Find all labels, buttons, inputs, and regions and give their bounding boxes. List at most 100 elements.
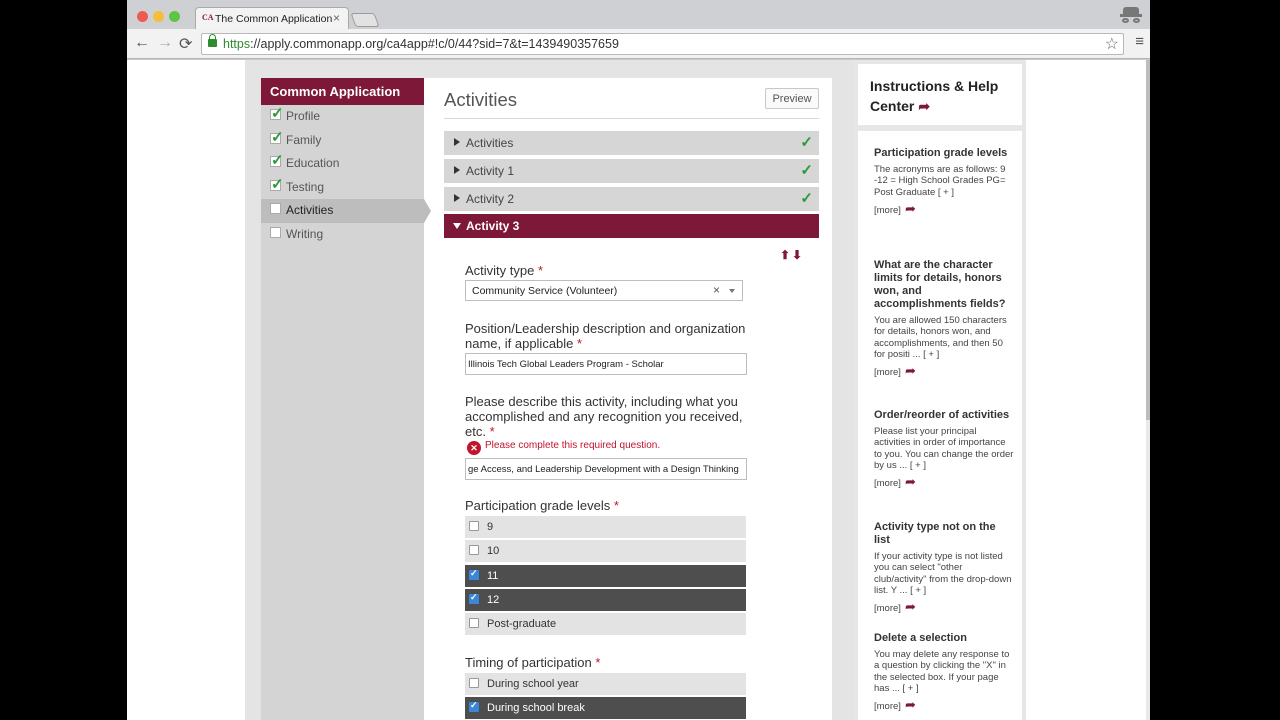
sidebar-item-label: Profile xyxy=(286,109,321,123)
description-input[interactable]: ge Access, and Leadership Development wi… xyxy=(465,458,747,480)
sidebar-item-profile[interactable]: Profile xyxy=(261,104,424,129)
expand-triangle-icon xyxy=(454,166,460,174)
checkbox[interactable] xyxy=(469,545,479,555)
more-link[interactable]: [more] ➦ xyxy=(874,697,1014,713)
grade-option-9[interactable]: 9 xyxy=(465,516,746,538)
error-icon: ✕ xyxy=(467,441,481,455)
sidebar-item-label: Family xyxy=(286,132,322,147)
help-answer: You may delete any response to a questio… xyxy=(874,649,1010,694)
complete-check-icon: ✓ xyxy=(800,162,813,179)
tab-bar: CA The Common Application × xyxy=(127,0,1150,30)
zoom-window-button[interactable] xyxy=(169,11,180,22)
sidebar-heading[interactable]: Common Application xyxy=(261,78,424,105)
help-header: Instructions & Help Center ➦ xyxy=(858,64,1022,125)
share-arrow-icon: ➦ xyxy=(904,363,916,379)
required-asterisk: * xyxy=(595,655,601,670)
minimize-window-button[interactable] xyxy=(153,11,164,22)
checkbox[interactable] xyxy=(469,618,479,628)
sidebar-item-label: Writing xyxy=(286,226,324,241)
browser-menu-icon[interactable]: ≡ xyxy=(1135,33,1144,50)
complete-check-icon: ✓ xyxy=(800,134,813,151)
tab-close-icon[interactable]: × xyxy=(333,11,340,25)
grade-option-10[interactable]: 10 xyxy=(465,540,746,562)
description-label: Please describe this activity, including… xyxy=(465,394,743,439)
required-asterisk: * xyxy=(613,498,619,513)
section-activity-3[interactable]: Activity 3 xyxy=(444,214,819,238)
forward-arrow-icon[interactable]: → xyxy=(157,34,173,52)
sidebar-item-writing[interactable]: Writing xyxy=(261,223,424,247)
address-bar[interactable]: https://apply.commonapp.org/ca4app#!c/0/… xyxy=(201,33,1124,55)
help-title[interactable]: Instructions & Help Center ➦ xyxy=(870,76,1000,116)
close-window-button[interactable] xyxy=(137,11,148,22)
grade-option-12[interactable]: 12 xyxy=(465,589,746,611)
grade-levels-label: Participation grade levels * xyxy=(465,498,619,513)
required-error-message: ✕ Please complete this required question. xyxy=(467,440,660,455)
required-asterisk: * xyxy=(537,263,544,278)
help-item: Participation grade levels The acronyms … xyxy=(874,147,1014,217)
complete-check-icon xyxy=(270,175,284,193)
help-question[interactable]: Delete a selection xyxy=(874,632,1014,645)
more-link[interactable]: [more] ➦ xyxy=(874,363,1014,379)
url-path: ://apply.commonapp.org/ca4app#!c/0/44?si… xyxy=(250,37,619,51)
more-link[interactable]: [more] ➦ xyxy=(874,201,1014,217)
grade-option-11[interactable]: 11 xyxy=(465,565,746,587)
help-question[interactable]: Activity type not on the list xyxy=(874,521,1014,547)
sidebar-item-family[interactable]: Family xyxy=(261,128,424,153)
section-activities[interactable]: Activities ✓ xyxy=(444,131,819,155)
clear-selection-icon[interactable]: × xyxy=(713,283,720,297)
required-asterisk: * xyxy=(489,424,495,439)
reload-icon[interactable]: ⟳ xyxy=(179,34,192,54)
browser-tab[interactable]: CA The Common Application × xyxy=(195,7,349,30)
help-list: Participation grade levels The acronyms … xyxy=(858,131,1022,720)
page-title: Activities xyxy=(444,89,517,110)
incomplete-box-icon xyxy=(270,203,281,215)
help-answer: You are allowed 150 characters for detai… xyxy=(874,315,1007,360)
share-arrow-icon: ➦ xyxy=(904,200,916,216)
new-tab-button[interactable] xyxy=(350,13,380,27)
section-activity-1[interactable]: Activity 1 ✓ xyxy=(444,159,819,183)
checkbox-checked[interactable] xyxy=(469,592,479,604)
more-link[interactable]: [more] ➦ xyxy=(874,474,1014,490)
help-question[interactable]: What are the character limits for detail… xyxy=(874,259,1014,311)
preview-button[interactable]: Preview xyxy=(765,88,819,109)
bookmark-star-icon[interactable]: ☆ xyxy=(1105,34,1119,54)
share-arrow-icon[interactable]: ➦ xyxy=(918,98,930,114)
sidebar-item-label: Activities xyxy=(286,203,334,218)
complete-check-icon xyxy=(270,104,284,122)
chevron-down-icon[interactable] xyxy=(729,289,735,293)
back-arrow-icon[interactable]: ← xyxy=(134,34,150,52)
position-label: Position/Leadership description and orga… xyxy=(465,321,746,351)
incognito-icon xyxy=(1120,5,1142,25)
help-item: Order/reorder of activities Please list … xyxy=(874,409,1014,490)
complete-check-icon: ✓ xyxy=(800,190,813,207)
tab-title: The Common Application xyxy=(215,13,333,25)
help-question[interactable]: Participation grade levels xyxy=(874,147,1014,160)
sidebar-item-activities[interactable]: Activities xyxy=(261,199,431,223)
sidebar-item-label: Testing xyxy=(286,179,325,194)
more-link[interactable]: [more] ➦ xyxy=(874,599,1014,615)
browser-toolbar: ← → ⟳ https://apply.commonapp.org/ca4app… xyxy=(127,29,1150,59)
complete-check-icon xyxy=(270,151,284,169)
grade-option-post-graduate[interactable]: Post-graduate xyxy=(465,613,746,635)
divider xyxy=(444,118,819,119)
activity-type-select[interactable]: Community Service (Volunteer) × xyxy=(465,280,743,301)
help-item: What are the character limits for detail… xyxy=(874,259,1014,379)
checkbox-checked[interactable] xyxy=(469,568,479,580)
sidebar-item-education[interactable]: Education xyxy=(261,151,424,176)
checkbox[interactable] xyxy=(469,521,479,531)
sidebar-item-testing[interactable]: Testing xyxy=(261,175,424,200)
complete-check-icon xyxy=(270,128,284,146)
section-activity-2[interactable]: Activity 2 ✓ xyxy=(444,187,819,211)
reorder-arrows-icon[interactable]: ⬆⬇ xyxy=(780,248,804,262)
checkbox-checked[interactable] xyxy=(469,700,479,712)
browser-window: CA The Common Application × ← → ⟳ https:… xyxy=(127,0,1150,720)
checkbox[interactable] xyxy=(469,678,479,688)
activity-type-label: Activity type * xyxy=(465,263,544,278)
scrollbar-thumb[interactable] xyxy=(1146,60,1150,420)
timing-option-school-break[interactable]: During school break xyxy=(465,697,746,719)
timing-option-school-year[interactable]: During school year xyxy=(465,673,746,695)
help-item: Delete a selection You may delete any re… xyxy=(874,632,1014,713)
page-scrollbar[interactable] xyxy=(1146,60,1150,720)
position-input[interactable]: Illinois Tech Global Leaders Program - S… xyxy=(465,353,747,375)
help-question[interactable]: Order/reorder of activities xyxy=(874,409,1014,422)
